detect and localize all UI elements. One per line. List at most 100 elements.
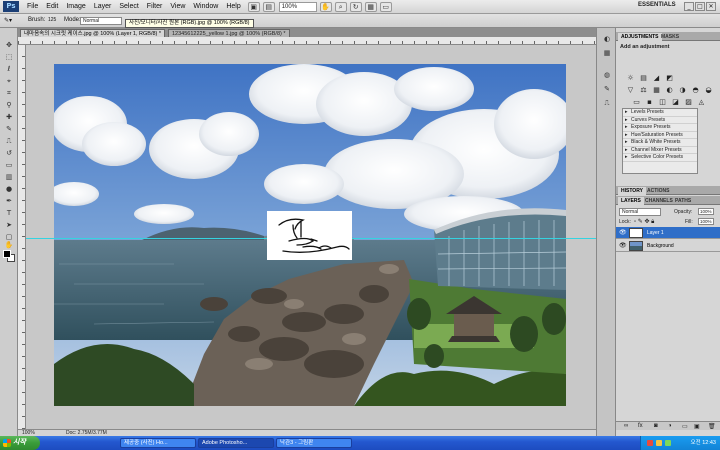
tab-paths[interactable]: PATHS — [672, 197, 694, 205]
tab-masks[interactable]: MASKS — [658, 33, 682, 41]
bridge-icon[interactable]: ▣ — [247, 1, 260, 12]
taskbar-item-active[interactable]: Adobe Photosho... — [198, 438, 274, 448]
layer-name[interactable]: Background — [647, 242, 674, 250]
menu-select[interactable]: Select — [115, 3, 142, 10]
exposure-icon[interactable]: ◩ — [665, 74, 674, 83]
eye-icon[interactable]: 👁︎ — [619, 242, 627, 250]
maximize-icon[interactable]: □ — [695, 2, 705, 11]
shadow-highlight-icon[interactable]: ◬ — [697, 98, 706, 107]
menu-file[interactable]: File — [23, 3, 42, 10]
menu-help[interactable]: Help — [222, 3, 244, 10]
marquee-tool-icon[interactable]: ⬚ — [3, 52, 15, 62]
layer-row[interactable]: 👁︎ Layer 1 — [616, 227, 720, 239]
document-tab-active[interactable]: 내마음속의 시크릿 케이스.jpg @ 100% (Layer 1, RGB/8… — [20, 29, 166, 37]
minimize-icon[interactable]: _ — [684, 2, 694, 11]
dodge-tool-icon[interactable]: ● — [3, 184, 15, 194]
invert-icon[interactable]: ◒ — [704, 86, 713, 95]
rotate-view-icon[interactable]: ↻ — [349, 1, 362, 12]
menu-layer[interactable]: Layer — [90, 3, 116, 10]
eyedropper-tool-icon[interactable]: ⚲ — [3, 100, 15, 110]
preset-levels[interactable]: Levels Presets — [623, 109, 697, 117]
adjust-panel-icon[interactable]: ◍ — [602, 70, 612, 80]
pen-tool-icon[interactable]: ✒ — [3, 196, 15, 206]
channel-mixer-icon[interactable]: ◓ — [691, 86, 700, 95]
healing-brush-tool-icon[interactable]: ✚ — [3, 112, 15, 122]
preset-exposure[interactable]: Exposure Presets — [623, 124, 697, 132]
brush-size-value[interactable]: 125 — [48, 17, 56, 23]
tab-actions[interactable]: ACTIONS — [644, 187, 673, 195]
clone-source-panel-icon[interactable]: ⎍ — [602, 98, 612, 108]
fill-field[interactable]: 100% — [698, 218, 714, 225]
crop-tool-icon[interactable]: ⌗ — [3, 88, 15, 98]
zoom-level-select[interactable]: 100% — [278, 1, 317, 12]
path-selection-tool-icon[interactable]: ➤ — [3, 220, 15, 230]
tray-network-icon[interactable] — [665, 440, 671, 446]
screen-mode-icon[interactable]: ▭ — [379, 1, 392, 12]
gradient-map-icon[interactable]: ◫ — [658, 98, 667, 107]
tray-app-icon[interactable] — [656, 440, 662, 446]
eraser-tool-icon[interactable]: ▭ — [3, 160, 15, 170]
type-tool-icon[interactable]: T — [3, 208, 15, 218]
levels-icon[interactable]: ▤ — [639, 74, 648, 83]
curves-icon[interactable]: ◢ — [652, 74, 661, 83]
selective-color-icon[interactable]: ◪ — [671, 98, 680, 107]
layer-row[interactable]: 👁︎ Background — [616, 240, 720, 252]
tool-preset-icon[interactable]: ✎▾ — [4, 17, 12, 24]
brushes-panel-icon[interactable]: ✎ — [602, 84, 612, 94]
move-tool-icon[interactable]: ✥ — [3, 40, 15, 50]
new-layer-icon[interactable]: ▣ — [694, 423, 700, 430]
taskbar-item[interactable]: 낙관3 - 그림판 — [276, 438, 352, 448]
quick-select-tool-icon[interactable]: ⌖ — [3, 76, 15, 86]
layer-style-icon[interactable]: fx — [638, 423, 643, 429]
eye-icon[interactable]: 👁︎ — [619, 229, 627, 237]
layer-name[interactable]: Layer 1 — [647, 229, 664, 237]
signature-layer[interactable] — [267, 211, 352, 260]
zoom-icon[interactable]: ⌕ — [334, 1, 347, 12]
clone-stamp-tool-icon[interactable]: ⎍ — [3, 136, 15, 146]
link-layers-icon[interactable]: ∞ — [624, 423, 628, 429]
workspace-switcher[interactable]: ESSENTIALS — [638, 2, 676, 8]
hand-tool-icon[interactable]: ✋ — [3, 240, 15, 250]
trash-icon[interactable]: 🗑︎ — [708, 423, 716, 430]
preset-selective-color[interactable]: Selective Color Presets — [623, 154, 697, 162]
tab-channels[interactable]: CHANNELS — [642, 197, 676, 205]
tab-layers[interactable]: LAYERS — [618, 197, 644, 205]
tab-adjustments[interactable]: ADJUSTMENTS — [618, 33, 662, 41]
menu-image[interactable]: Image — [62, 3, 89, 10]
mini-bridge-icon[interactable]: ▤ — [262, 1, 275, 12]
lock-icons[interactable]: ▫ ✎ ✥ 🔒︎ — [634, 218, 654, 226]
color-panel-icon[interactable]: ◐ — [602, 34, 612, 44]
hue-saturation-icon[interactable]: ▦ — [652, 86, 661, 95]
vibrance-icon[interactable]: ▽ — [626, 86, 635, 95]
preset-hue-saturation[interactable]: Hue/Saturation Presets — [623, 132, 697, 139]
preset-curves[interactable]: Curves Presets — [623, 117, 697, 124]
hand-icon[interactable]: ✋ — [319, 1, 332, 12]
add-mask-icon[interactable]: ◙ — [654, 423, 658, 429]
threshold-icon[interactable]: ▪ — [645, 98, 654, 107]
taskbar-item[interactable]: 제공중 (사진) Ho... — [120, 438, 196, 448]
opacity-field[interactable]: 100% — [698, 208, 714, 215]
menu-edit[interactable]: Edit — [42, 3, 62, 10]
menu-window[interactable]: Window — [189, 3, 222, 10]
preset-black-white[interactable]: Black & White Presets — [623, 139, 697, 147]
posterize-icon[interactable]: ▭ — [632, 98, 641, 107]
gradient-tool-icon[interactable]: ▥ — [3, 172, 15, 182]
blend-mode-select[interactable]: Normal — [619, 208, 661, 216]
menu-view[interactable]: View — [166, 3, 189, 10]
foreground-color-swatch[interactable] — [3, 250, 11, 258]
lasso-tool-icon[interactable]: ℓ — [3, 64, 15, 74]
horizontal-ruler[interactable] — [18, 37, 596, 45]
color-balance-icon[interactable]: ⚖ — [639, 86, 648, 95]
tray-app-icon[interactable] — [647, 440, 653, 446]
arrange-documents-icon[interactable]: ▦ — [364, 1, 377, 12]
history-brush-tool-icon[interactable]: ↺ — [3, 148, 15, 158]
adjustment-layer-icon[interactable]: ◑ — [668, 423, 672, 429]
brush-tool-icon[interactable]: ✎ — [3, 124, 15, 134]
new-group-icon[interactable]: ▭ — [682, 423, 688, 430]
menu-filter[interactable]: Filter — [143, 3, 167, 10]
pattern-fill-icon[interactable]: ▨ — [684, 98, 693, 107]
document-tab[interactable]: 12345612225_yellow 1.jpg @ 100% (RGB/8) … — [168, 29, 290, 37]
clock[interactable]: 오전 12:43 — [691, 436, 716, 450]
mode-select[interactable]: Normal — [80, 17, 122, 25]
photo-filter-icon[interactable]: ◑ — [678, 86, 687, 95]
